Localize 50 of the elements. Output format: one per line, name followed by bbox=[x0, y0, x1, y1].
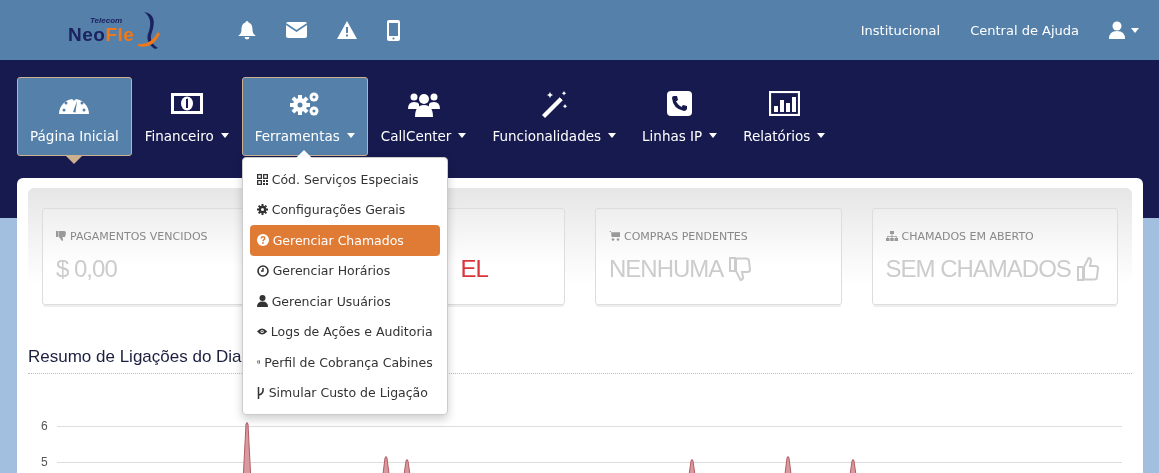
qr-code-icon bbox=[256, 173, 268, 185]
axis-label: 5 bbox=[40, 455, 49, 469]
thumbs-down-icon bbox=[729, 257, 752, 281]
axis-label: 6 bbox=[40, 419, 49, 433]
nav-tab[interactable]: Página Inicial bbox=[17, 77, 132, 156]
banknote-icon bbox=[170, 93, 203, 114]
warning-icon[interactable] bbox=[337, 21, 357, 39]
menu-item[interactable]: Gerenciar Horários bbox=[249, 255, 440, 286]
mobile-phone-icon[interactable] bbox=[387, 19, 400, 41]
gear-icon bbox=[256, 204, 268, 216]
envelope-icon[interactable] bbox=[286, 22, 307, 38]
thumbs-down-icon bbox=[56, 231, 66, 241]
user-icon bbox=[256, 295, 268, 308]
user-icon bbox=[1109, 21, 1125, 39]
menu-item[interactable]: Perfil de Cobrança Cabines bbox=[249, 347, 440, 378]
nav-tab[interactable]: CallCenter bbox=[367, 77, 480, 156]
phone-icon bbox=[667, 91, 693, 116]
stat-title: COMPRAS PENDENTES bbox=[624, 229, 748, 243]
menu-item[interactable]: Gerenciar Usuários bbox=[249, 286, 440, 317]
menu-item[interactable]: Cód. Serviços Especiais bbox=[249, 164, 440, 195]
help-icon bbox=[256, 234, 269, 247]
stat-value: EL bbox=[460, 255, 488, 283]
nav-tab[interactable]: Financeiro bbox=[131, 77, 242, 156]
nav-tab[interactable]: Linhas IP bbox=[629, 77, 731, 156]
menu-item[interactable]: Logs de Ações e Auditoria bbox=[249, 316, 440, 347]
nav-tab[interactable]: Relatórios bbox=[730, 77, 839, 156]
nav-tab[interactable]: Funcionalidades bbox=[479, 77, 630, 156]
header-link[interactable]: Central de Ajuda bbox=[970, 22, 1079, 38]
nav-tab[interactable]: Ferramentas bbox=[241, 77, 368, 156]
menu-item[interactable]: Configurações Gerais bbox=[249, 194, 440, 225]
cart-icon bbox=[609, 231, 620, 241]
bell-icon[interactable] bbox=[238, 20, 256, 40]
logo[interactable]: Telecom NeoFle bbox=[68, 10, 160, 50]
logo-word: NeoFle bbox=[68, 24, 135, 46]
caret-icon bbox=[1131, 27, 1139, 33]
menu-item[interactable]: Simular Custo de Ligação bbox=[249, 377, 440, 408]
clock-icon bbox=[256, 264, 269, 277]
bar-chart-icon bbox=[768, 91, 800, 116]
gears-icon bbox=[288, 90, 321, 117]
thumbs-up-icon bbox=[1076, 257, 1099, 281]
logo-mark-icon bbox=[136, 10, 162, 50]
eye-icon bbox=[256, 327, 267, 337]
stat-title: PAGAMENTOS VENCIDOS bbox=[70, 229, 208, 243]
branch-icon bbox=[256, 386, 265, 399]
sitemap-icon bbox=[885, 231, 898, 241]
header-link[interactable]: Institucional bbox=[860, 22, 941, 38]
magic-wand-icon bbox=[540, 89, 569, 118]
logo-tagline: Telecom bbox=[90, 16, 123, 25]
user-menu[interactable] bbox=[1109, 21, 1139, 39]
stat-title: CHAMADOS EM ABERTO bbox=[901, 229, 1034, 243]
